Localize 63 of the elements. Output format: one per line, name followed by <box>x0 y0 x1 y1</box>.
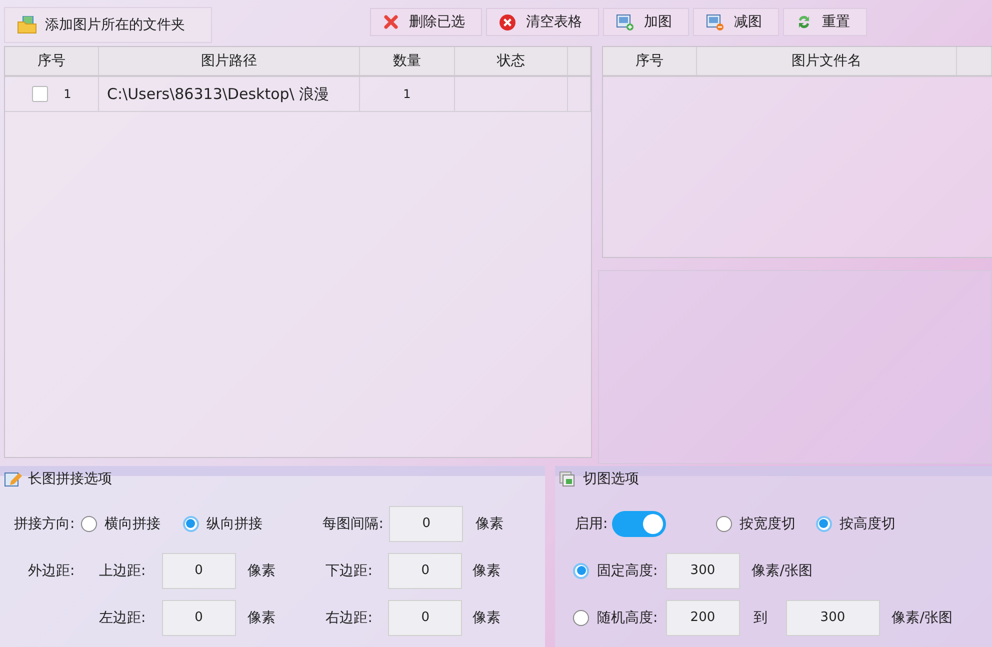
number-field[interactable]: 0 <box>389 506 464 542</box>
toolbar-button[interactable]: 删除已选 <box>370 8 482 36</box>
field-label: 像素/张图 <box>752 562 812 578</box>
column-header: 序号 <box>5 47 99 75</box>
field-label: 下边距: <box>326 562 372 580</box>
row-checkbox[interactable] <box>32 86 48 102</box>
radio-circle[interactable] <box>80 516 97 532</box>
clear-icon <box>499 14 516 30</box>
number-field[interactable]: 200 <box>666 600 740 636</box>
radio-button[interactable]: 固定高度: <box>573 562 658 580</box>
images-icon <box>559 470 577 488</box>
add-folder-button[interactable]: 添加图片所在的文件夹 <box>4 6 212 42</box>
radio-button[interactable]: 纵向拼接 <box>182 514 263 532</box>
field-label: 右边距: <box>326 608 372 626</box>
table-cell: 1 <box>360 77 455 111</box>
field-label: 到 <box>754 610 768 626</box>
number-field[interactable]: 300 <box>786 600 880 636</box>
field-label: 像素 <box>248 610 276 626</box>
field-label: 每图间隔: <box>322 514 384 532</box>
number-field[interactable]: 300 <box>666 552 740 588</box>
number-field[interactable]: 0 <box>162 600 236 636</box>
toolbar-button[interactable]: 加图 <box>603 8 689 36</box>
field-label: 上边距: <box>99 562 146 580</box>
image-add-icon <box>616 14 634 30</box>
field-label: 像素 <box>472 562 500 578</box>
field-label: 像素 <box>475 516 504 532</box>
radio-button[interactable]: 按宽度切 <box>716 514 796 532</box>
radio-button[interactable]: 随机高度: <box>573 608 658 626</box>
number-field[interactable]: 0 <box>388 552 462 588</box>
field-label: 左边距: <box>99 608 146 626</box>
radio-circle[interactable] <box>182 516 199 532</box>
folder-icon <box>17 16 37 34</box>
field-label: 外边距: <box>28 562 75 578</box>
radio-button[interactable]: 横向拼接 <box>80 514 161 532</box>
field-label: 像素/张图 <box>892 610 952 626</box>
toggle-switch[interactable] <box>612 510 666 536</box>
radio-circle[interactable] <box>716 516 732 532</box>
field-label: 拼接方向: <box>14 514 75 532</box>
column-header: 图片文件名 <box>697 47 957 75</box>
radio-button[interactable]: 按高度切 <box>816 514 896 532</box>
toolbar-button[interactable]: 减图 <box>693 8 779 36</box>
field-label: 像素 <box>472 610 500 626</box>
field-label: 启用: <box>575 514 608 532</box>
field-label: 像素 <box>248 562 276 578</box>
refresh-icon <box>796 14 812 30</box>
number-field[interactable]: 0 <box>162 552 236 588</box>
radio-circle[interactable] <box>573 610 589 626</box>
image-remove-icon <box>706 14 724 30</box>
toolbar-button[interactable]: 清空表格 <box>486 8 599 36</box>
panel-title: 长图拼接选项 <box>28 470 112 488</box>
cross-icon <box>383 14 399 30</box>
table-cell: 1 <box>64 87 72 101</box>
column-header: 状态 <box>455 47 568 75</box>
number-field[interactable]: 0 <box>388 600 462 636</box>
radio-circle[interactable] <box>816 516 832 532</box>
column-header: 图片路径 <box>99 47 360 75</box>
panel-title: 切图选项 <box>583 470 639 488</box>
toolbar-button[interactable]: 重置 <box>783 8 867 36</box>
radio-circle[interactable] <box>573 562 589 578</box>
edit-icon <box>4 470 22 488</box>
column-header: 序号 <box>603 47 697 75</box>
column-header: 数量 <box>360 47 455 75</box>
table-cell: C:\Users\86313\Desktop\ 浪漫 <box>99 77 360 111</box>
